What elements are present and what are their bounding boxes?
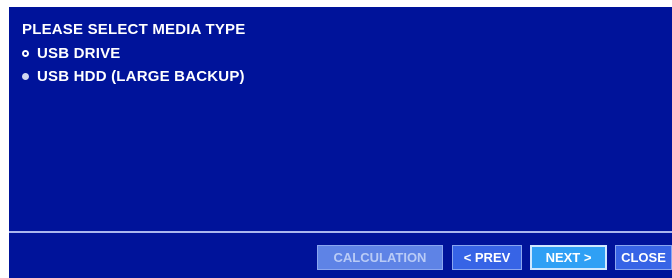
dialog-title: PLEASE SELECT MEDIA TYPE <box>22 21 246 38</box>
prev-button[interactable]: < PREV <box>452 245 522 270</box>
next-button[interactable]: NEXT > <box>530 245 607 270</box>
radio-unselected-icon[interactable] <box>22 49 29 57</box>
option-usb-hdd[interactable]: USB HDD (LARGE BACKUP) <box>22 67 245 85</box>
divider <box>9 231 672 233</box>
close-button[interactable]: CLOSE <box>615 245 672 270</box>
option-usb-drive[interactable]: USB DRIVE <box>22 44 120 62</box>
option-label: USB DRIVE <box>37 44 121 62</box>
media-type-dialog: PLEASE SELECT MEDIA TYPE USB DRIVE USB H… <box>9 7 672 278</box>
option-label: USB HDD (LARGE BACKUP) <box>37 67 245 85</box>
radio-selected-icon[interactable] <box>22 72 29 80</box>
calculation-button[interactable]: CALCULATION <box>317 245 443 270</box>
